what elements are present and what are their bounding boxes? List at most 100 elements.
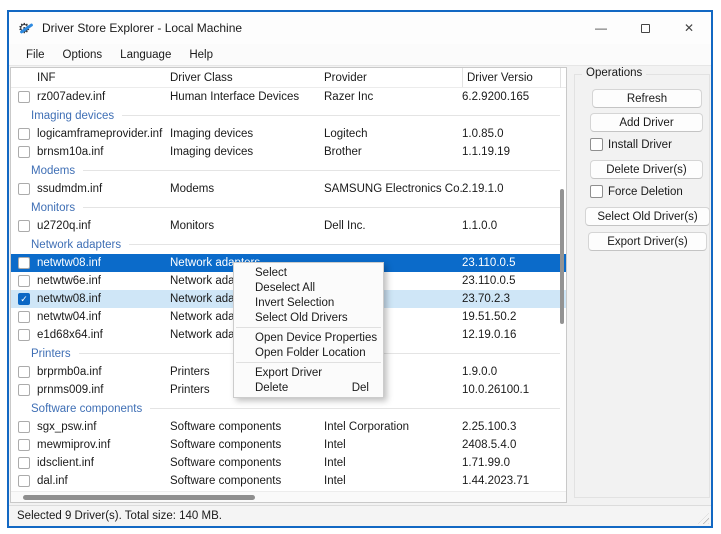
driver-class-cell: Software components [170, 457, 324, 469]
driver-row[interactable]: idsclient.infSoftware componentsIntel1.7… [11, 454, 566, 472]
row-checkbox[interactable] [18, 329, 30, 341]
context-menu-item-label: Deselect All [255, 282, 315, 294]
install-driver-checkbox[interactable] [590, 138, 603, 151]
menu-item-language[interactable]: Language [111, 47, 180, 63]
version-cell: 1.1.0.0 [462, 220, 566, 232]
sort-ascending-icon: ˆ [239, 67, 242, 77]
driver-class-cell: Software components [170, 439, 324, 451]
row-checkbox-cell: ✓ [11, 293, 37, 305]
row-checkbox[interactable] [18, 475, 30, 487]
delete-drivers-button[interactable]: Delete Driver(s) [590, 160, 703, 179]
row-checkbox[interactable] [18, 421, 30, 433]
driver-row[interactable]: dal.infSoftware componentsIntel1.44.2023… [11, 472, 566, 490]
row-checkbox[interactable] [18, 220, 30, 232]
driver-row[interactable]: ssudmdm.infModemsSAMSUNG Electronics Co.… [11, 180, 566, 198]
row-checkbox[interactable]: ✓ [18, 293, 30, 305]
minimize-button[interactable]: — [579, 12, 623, 44]
context-menu-item-label: Open Device Properties [255, 332, 377, 344]
version-cell: 10.0.26100.1 [462, 384, 566, 396]
context-menu-item-select[interactable]: Select [234, 265, 383, 280]
inf-cell: idsclient.inf [37, 457, 170, 469]
context-menu-item-label: Delete [255, 382, 288, 394]
version-cell: 1.0.85.0 [462, 128, 566, 140]
inf-cell: mewmiprov.inf [37, 439, 170, 451]
provider-cell: Razer Inc [324, 91, 462, 103]
window-controls: — ✕ [579, 12, 711, 44]
group-header: Software components [11, 399, 566, 418]
inf-cell: rz007adev.inf [37, 91, 170, 103]
version-cell: 19.51.50.2 [462, 311, 566, 323]
context-menu-shortcut: Del [352, 382, 369, 394]
horizontal-scrollbar-thumb[interactable] [23, 495, 255, 500]
row-checkbox-cell [11, 384, 37, 396]
context-menu-item-export-driver[interactable]: Export Driver [234, 365, 383, 380]
provider-cell: Intel [324, 475, 462, 487]
force-deletion-checkbox[interactable] [590, 185, 603, 198]
refresh-button[interactable]: Refresh [592, 89, 702, 108]
row-checkbox[interactable] [18, 311, 30, 323]
column-header-inf[interactable]: INF [37, 72, 170, 84]
context-menu-item-delete[interactable]: Delete Del [234, 380, 383, 395]
column-header-driver-class[interactable]: Driver Class [170, 72, 324, 84]
operations-title: Operations [582, 67, 646, 79]
row-checkbox[interactable] [18, 384, 30, 396]
row-checkbox[interactable] [18, 457, 30, 469]
row-checkbox-cell [11, 457, 37, 469]
add-driver-button[interactable]: Add Driver [590, 113, 703, 132]
row-checkbox[interactable] [18, 366, 30, 378]
context-menu-item-open-folder-location[interactable]: Open Folder Location [234, 345, 383, 360]
context-menu-item-select-old-drivers[interactable]: Select Old Drivers [234, 310, 383, 325]
install-driver-checkbox-row: Install Driver [590, 138, 672, 151]
group-header-label: Network adapters [31, 239, 121, 251]
row-checkbox-cell [11, 311, 37, 323]
column-header-driver-version[interactable]: Driver Versio [462, 68, 566, 87]
row-checkbox[interactable] [18, 275, 30, 287]
row-checkbox[interactable] [18, 183, 30, 195]
version-cell: 23.70.2.3 [462, 293, 566, 305]
driver-row[interactable]: rz007adev.infHuman Interface DevicesRaze… [11, 88, 566, 106]
group-header: Monitors [11, 198, 566, 217]
export-drivers-button[interactable]: Export Driver(s) [588, 232, 707, 251]
inf-cell: sgx_psw.inf [37, 421, 170, 433]
maximize-button[interactable] [623, 12, 667, 44]
gear-icon[interactable]: ⚙ [18, 20, 34, 36]
group-header: Network adapters [11, 235, 566, 254]
driver-row[interactable]: brnsm10a.infImaging devicesBrother1.1.19… [11, 143, 566, 161]
group-header-line [150, 408, 560, 409]
row-checkbox[interactable] [18, 146, 30, 158]
driver-row[interactable]: logicamframeprovider.infImaging devicesL… [11, 125, 566, 143]
vertical-scrollbar-thumb[interactable] [560, 189, 564, 324]
driver-row[interactable]: mewmiprov.infSoftware componentsIntel240… [11, 436, 566, 454]
horizontal-scrollbar[interactable] [11, 491, 566, 502]
menu-item-help[interactable]: Help [180, 47, 222, 63]
menu-item-file[interactable]: File [17, 47, 54, 63]
row-checkbox[interactable] [18, 257, 30, 269]
version-cell: 1.1.19.19 [462, 146, 566, 158]
context-menu-item-invert-selection[interactable]: Invert Selection [234, 295, 383, 310]
context-menu-item-label: Select Old Drivers [255, 312, 348, 324]
version-cell: 1.9.0.0 [462, 366, 566, 378]
row-checkbox-cell [11, 128, 37, 140]
row-checkbox-cell [11, 146, 37, 158]
select-old-drivers-button[interactable]: Select Old Driver(s) [585, 207, 710, 226]
row-checkbox[interactable] [18, 439, 30, 451]
context-menu-item-open-device-properties[interactable]: Open Device Properties [234, 330, 383, 345]
menu-item-options[interactable]: Options [54, 47, 112, 63]
driver-class-cell: Modems [170, 183, 324, 195]
row-checkbox[interactable] [18, 128, 30, 140]
version-cell: 23.110.0.5 [462, 275, 566, 287]
resize-grip-icon[interactable] [698, 513, 709, 524]
group-header: Modems [11, 161, 566, 180]
driver-row[interactable]: sgx_psw.infSoftware componentsIntel Corp… [11, 418, 566, 436]
driver-row[interactable]: u2720q.infMonitorsDell Inc.1.1.0.0 [11, 217, 566, 235]
inf-cell: prnms009.inf [37, 384, 170, 396]
column-header-provider[interactable]: Provider [324, 72, 462, 84]
close-button[interactable]: ✕ [667, 12, 711, 44]
version-cell: 2.25.100.3 [462, 421, 566, 433]
group-header-line [129, 244, 560, 245]
provider-cell: SAMSUNG Electronics Co., Ltd. [324, 183, 462, 195]
force-deletion-label: Force Deletion [608, 186, 683, 198]
context-menu-item-deselect-all[interactable]: Deselect All [234, 280, 383, 295]
context-menu-item-label: Export Driver [255, 367, 322, 379]
row-checkbox[interactable] [18, 91, 30, 103]
